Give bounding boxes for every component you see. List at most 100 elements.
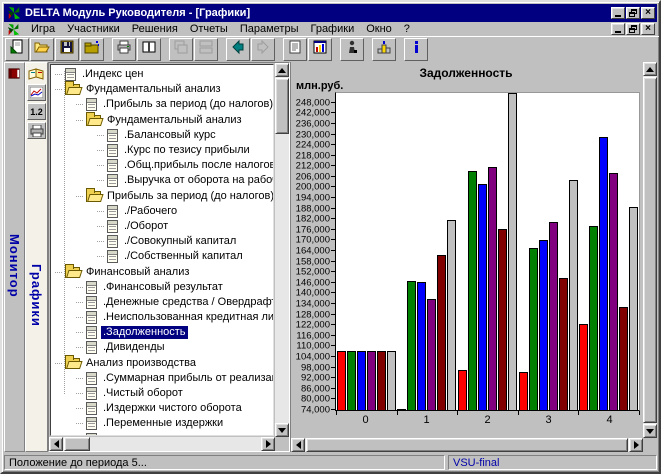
tree-item-label[interactable]: .Суммарная прибыль от реализации [101, 372, 274, 385]
tree-item[interactable]: .Индекс цен [51, 67, 273, 82]
mini-chart-button[interactable] [27, 84, 46, 101]
tree-item[interactable]: .Общ.прибыль после налогов [51, 158, 273, 173]
menu-item-4[interactable]: Параметры [234, 23, 305, 35]
tree-item[interactable]: .Неиспользованная кредитная линия [51, 310, 273, 325]
tree-item[interactable]: .Издержки чистого оборота [51, 401, 273, 416]
tree-horizontal-scrollbar[interactable] [49, 437, 275, 451]
tree-item-label[interactable]: .Неиспользованная кредитная линия [101, 311, 274, 324]
chart-scroll-right-button[interactable] [629, 438, 643, 452]
tree-item-label[interactable]: Фундаментальный анализ [84, 83, 223, 96]
tree-item[interactable]: Фундаментальный анализ [51, 82, 273, 97]
tree-item-label[interactable]: .Денежные средства / Овердрафт кредит [101, 296, 274, 309]
chart-window-button[interactable] [308, 38, 332, 61]
report-button[interactable] [283, 38, 307, 61]
tree-item[interactable]: Фундаментальный анализ [51, 113, 273, 128]
chart-horizontal-scrollbar[interactable] [291, 438, 643, 452]
menu-item-5[interactable]: Графики [304, 23, 360, 35]
tree-item-label[interactable]: .Прибыль за период (до налогов) [101, 98, 274, 111]
restore-button[interactable] [626, 7, 640, 19]
tree-scroll-down-button[interactable] [275, 423, 289, 437]
chart-vscroll-thumb[interactable] [643, 77, 657, 423]
tree-item[interactable]: .Чистый оборот [51, 386, 273, 401]
back-arrow-button[interactable] [226, 38, 250, 61]
tree-vscroll-thumb[interactable] [275, 78, 289, 134]
podium-button[interactable] [372, 38, 396, 61]
tree-item[interactable]: ./Собственный капитал [51, 249, 273, 264]
tree-vertical-scrollbar[interactable] [275, 63, 289, 437]
tree-item-label[interactable]: ./Оборот [122, 220, 170, 233]
tree-item[interactable]: Финансовый анализ [51, 264, 273, 279]
side-print-button[interactable] [27, 122, 46, 139]
menu-item-0[interactable]: Игра [25, 23, 61, 35]
tree-item-label[interactable]: ./Рабочего [122, 205, 179, 218]
closed-folder-button[interactable] [80, 38, 104, 61]
tree-item[interactable]: .Задолженность [51, 325, 273, 340]
tree-scroll-right-button[interactable] [261, 437, 275, 451]
tree-item[interactable]: .Переменные издержки [51, 416, 273, 431]
chart-hscroll-thumb[interactable] [306, 438, 628, 452]
side-tab-monitor[interactable]: Монитор [4, 62, 25, 452]
chart-scroll-left-button[interactable] [291, 438, 305, 452]
print-button[interactable] [112, 38, 136, 61]
tree-item-label[interactable]: .Издержки чистого оборота [101, 402, 244, 415]
tree-item-label[interactable]: .Чистый оборот [101, 387, 185, 400]
child-close-button[interactable]: × [641, 23, 655, 35]
participant-button[interactable] [340, 38, 364, 61]
tree-item-label[interactable]: .Индекс цен [80, 68, 145, 81]
tree-scroll-up-button[interactable] [275, 63, 289, 77]
y-tick-mark [331, 197, 335, 198]
mdi-child-icon[interactable] [6, 23, 21, 36]
tree-scroll-left-button[interactable] [49, 437, 63, 451]
tree-item-label[interactable]: .Выручка от оборота на рабочего [122, 174, 274, 187]
tree-item[interactable]: .Денежные средства / Овердрафт кредит [51, 295, 273, 310]
tree-item[interactable]: .Балансовый курс [51, 128, 273, 143]
tree-item-label-selected[interactable]: .Задолженность [101, 326, 188, 339]
new-document-button[interactable] [5, 38, 29, 61]
tree-item-label[interactable]: .Общ.прибыль после налогов [122, 159, 274, 172]
tree-item[interactable] [51, 432, 273, 437]
tree-item[interactable]: .Суммарная прибыль от реализации [51, 371, 273, 386]
menu-item-6[interactable]: Окно [360, 23, 398, 35]
tree-item[interactable]: Прибыль за период (до налогов) [51, 189, 273, 204]
tree-item-label[interactable]: ./Собственный капитал [122, 250, 245, 263]
child-restore-button[interactable] [626, 23, 640, 35]
tree-item-label[interactable]: ./Совокупный капитал [122, 235, 238, 248]
tree-item[interactable]: ./Совокупный капитал [51, 234, 273, 249]
tree-item[interactable]: .Финансовый результат [51, 280, 273, 295]
tree-item-label[interactable]: Анализ производства [84, 357, 198, 370]
open-book-button[interactable] [27, 65, 46, 82]
menu-item-3[interactable]: Отчеты [184, 23, 234, 35]
tree-item-label[interactable]: Фундаментальный анализ [105, 114, 244, 127]
open-folder-button[interactable] [30, 38, 54, 61]
child-minimize-button[interactable] [611, 23, 625, 35]
tree-item-label[interactable]: Финансовый анализ [84, 266, 191, 279]
chart-scroll-up-button[interactable] [643, 62, 657, 76]
tree-item[interactable]: ./Рабочего [51, 204, 273, 219]
tree-item-label[interactable]: .Переменные издержки [101, 417, 225, 430]
split-window-button[interactable] [137, 38, 161, 61]
tree-item-label[interactable]: .Дивиденды [101, 341, 167, 354]
tree-item[interactable]: .Курс по тезису прибыли [51, 143, 273, 158]
menu-item-7[interactable]: ? [398, 23, 416, 35]
close-button[interactable]: × [641, 7, 655, 19]
save-button[interactable] [55, 38, 79, 61]
chart-scroll-down-button[interactable] [643, 424, 657, 438]
info-button[interactable] [404, 38, 428, 61]
tree-item[interactable]: .Дивиденды [51, 340, 273, 355]
tree-item-label[interactable]: .Курс по тезису прибыли [122, 144, 252, 157]
chart-vertical-scrollbar[interactable] [643, 62, 657, 438]
menu-item-1[interactable]: Участники [61, 23, 126, 35]
tree-item[interactable]: ./Оборот [51, 219, 273, 234]
tree-hscroll-thumb[interactable] [64, 437, 90, 451]
tree-item[interactable]: .Прибыль за период (до налогов) [51, 97, 273, 112]
side-tab-charts[interactable]: 1.2 Графики [25, 62, 48, 452]
tree-item[interactable]: Анализ производства [51, 356, 273, 371]
tree-item-label[interactable]: .Финансовый результат [101, 281, 225, 294]
scale-button[interactable]: 1.2 [27, 103, 46, 120]
tree-item[interactable]: .Выручка от оборота на рабочего [51, 173, 273, 188]
menu-item-2[interactable]: Решения [126, 23, 184, 35]
tree-item-label[interactable]: .Балансовый курс [122, 129, 218, 142]
tree-item-label[interactable]: Прибыль за период (до налогов) [105, 190, 274, 203]
minimize-button[interactable] [611, 7, 625, 19]
y-tick-label: 92,000 [301, 373, 330, 384]
